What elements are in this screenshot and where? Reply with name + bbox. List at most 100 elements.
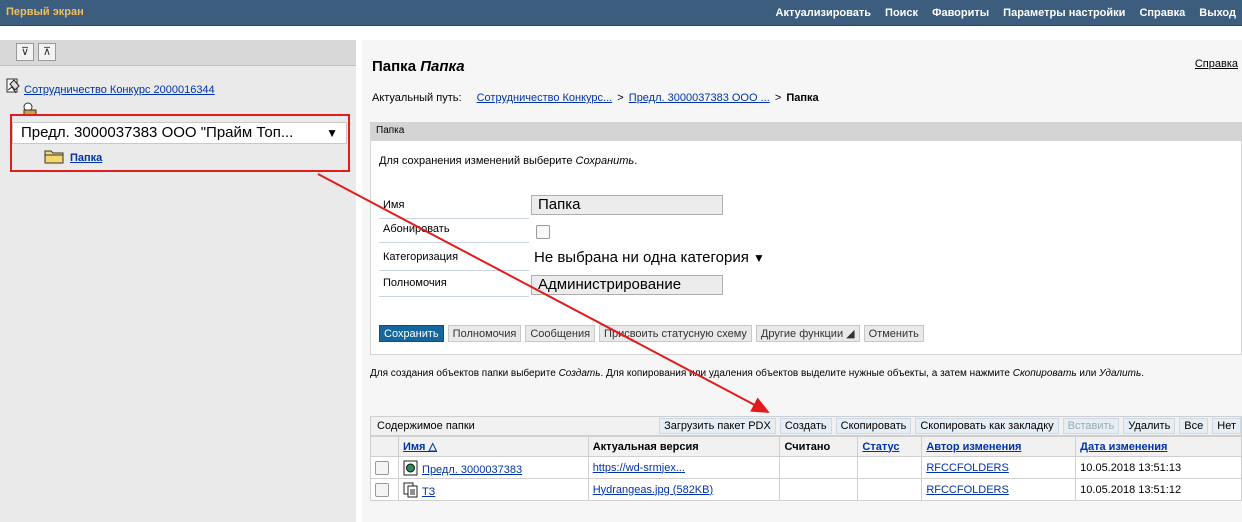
page-title: Папка Папка [372, 58, 465, 75]
version-link[interactable]: Hydrangeas.jpg (582KB) [593, 484, 713, 496]
create-hint-italic-3: Удалить [1099, 368, 1142, 379]
messages-button[interactable]: Сообщения [525, 325, 596, 342]
read-cell [779, 456, 859, 479]
delete-button[interactable]: Удалить [1123, 418, 1176, 434]
author-cell: RFCCFOLDERS [921, 456, 1077, 479]
tree-root-item[interactable]: Сотрудничество Конкурс 2000016344 [6, 78, 215, 96]
create-hint-text-3: или [1076, 368, 1100, 379]
item-name-link[interactable]: Предл. 3000037383 [422, 464, 522, 476]
name-field[interactable]: Папка [531, 195, 723, 215]
help-link[interactable]: Справка [1195, 58, 1238, 70]
table-toolbar: Содержимое папки Загрузить пакет PDX Соз… [370, 416, 1242, 436]
expand-all-button[interactable]: ⊽ [16, 43, 34, 61]
column-name[interactable]: Имя △ [397, 436, 589, 457]
row-checkbox[interactable] [375, 460, 389, 475]
column-name-link[interactable]: Имя △ [403, 441, 437, 453]
create-hint-italic-1: Создать [558, 368, 601, 379]
column-status[interactable]: Статус [857, 436, 923, 457]
column-author[interactable]: Автор изменения [921, 436, 1077, 457]
row-select-cell [370, 478, 399, 501]
create-hint-italic-2: Скопировать [1012, 368, 1077, 379]
menu-search[interactable]: Поиск [885, 7, 918, 19]
column-status-link[interactable]: Статус [862, 441, 899, 453]
read-cell [779, 478, 859, 501]
table-header-row: Имя △ Актуальная версия Считано Статус А… [370, 436, 1242, 457]
item-name-link[interactable]: ТЗ [422, 486, 435, 498]
assign-status-scheme-button[interactable]: Присвоить статусную схему [599, 325, 752, 342]
save-hint-text: Для сохранения изменений выберите [379, 155, 576, 167]
version-link[interactable]: https://wd-srmjex... [593, 462, 685, 474]
permissions-label: Полномочия [379, 273, 529, 297]
tree-root-link[interactable]: Сотрудничество Конкурс 2000016344 [24, 84, 215, 96]
select-none-button[interactable]: Нет [1212, 418, 1241, 434]
copy-button[interactable]: Скопировать [835, 418, 912, 434]
top-bar: Первый экран Актуализировать Поиск Фавор… [0, 0, 1242, 26]
save-hint: Для сохранения изменений выберите Сохран… [379, 155, 637, 167]
menu-refresh[interactable]: Актуализировать [776, 7, 872, 19]
folder-panel: Для сохранения изменений выберите Сохран… [370, 140, 1242, 355]
annotation-highlight [10, 114, 350, 172]
other-functions-button[interactable]: Другие функции ◢ [755, 325, 860, 342]
page-title-prefix: Папка [372, 58, 417, 75]
navigation-panel: ⊽ ⊼ Сотрудничество Конкурс 2000016344 Пр… [0, 40, 356, 522]
category-label: Категоризация [379, 247, 529, 271]
author-link[interactable]: RFCCFOLDERS [926, 484, 1009, 496]
main-content: Папка Папка Справка Актуальный путь: Сот… [362, 40, 1242, 522]
create-hint-text-4: . [1141, 368, 1144, 379]
subscribe-label: Абонировать [379, 219, 529, 243]
name-label: Имя [379, 195, 529, 219]
author-cell: RFCCFOLDERS [921, 478, 1077, 501]
paste-button: Вставить [1062, 418, 1120, 434]
breadcrumb-separator: > [617, 92, 624, 104]
category-select[interactable]: Не выбрана ни одна категория ▼ [534, 249, 765, 266]
menu-settings[interactable]: Параметры настройки [1003, 7, 1125, 19]
folder-contents-table: Имя △ Актуальная версия Считано Статус А… [370, 436, 1242, 501]
author-link[interactable]: RFCCFOLDERS [926, 462, 1009, 474]
panel-button-bar: Сохранить Полномочия Сообщения Присвоить… [379, 325, 924, 342]
top-menu: Актуализировать Поиск Фавориты Параметры… [776, 0, 1236, 26]
column-read: Считано [779, 436, 859, 457]
create-hint-text-1: Для создания объектов папки выберите [370, 368, 559, 379]
version-cell: Hydrangeas.jpg (582KB) [587, 478, 781, 501]
folder-panel-header: Папка [370, 122, 1242, 140]
table-toolbar-buttons: Загрузить пакет PDX Создать Скопировать … [659, 418, 1241, 434]
version-cell: https://wd-srmjex... [587, 456, 781, 479]
row-checkbox[interactable] [375, 482, 389, 497]
page-title-name: Папка [420, 58, 465, 75]
save-button[interactable]: Сохранить [379, 325, 444, 342]
create-hint-text-2: . Для копирования или удаления объектов … [600, 368, 1013, 379]
file-copy-icon [403, 482, 418, 497]
breadcrumb-label: Актуальный путь: [372, 92, 462, 104]
status-cell [857, 478, 923, 501]
breadcrumb-item-proposal[interactable]: Предл. 3000037383 ООО ... [629, 92, 770, 104]
breadcrumb-item-collaboration[interactable]: Сотрудничество Конкурс... [477, 92, 613, 104]
select-all-button[interactable]: Все [1179, 418, 1209, 434]
create-button[interactable]: Создать [779, 418, 832, 434]
save-hint-suffix: . [634, 155, 638, 167]
create-hint: Для создания объектов папки выберите Соз… [370, 368, 1240, 380]
upload-pdx-button[interactable]: Загрузить пакет PDX [659, 418, 776, 434]
column-author-link[interactable]: Автор изменения [926, 441, 1021, 453]
column-date-link[interactable]: Дата изменения [1080, 441, 1167, 453]
app-title[interactable]: Первый экран [6, 6, 84, 18]
menu-help[interactable]: Справка [1139, 7, 1185, 19]
menu-favorites[interactable]: Фавориты [932, 7, 989, 19]
name-cell: ТЗ [397, 478, 589, 501]
collaboration-icon [6, 78, 20, 94]
subscribe-checkbox[interactable] [536, 225, 550, 239]
table-title: Содержимое папки [377, 420, 475, 432]
row-select-cell [370, 456, 399, 479]
cancel-button[interactable]: Отменить [863, 325, 924, 342]
menu-logout[interactable]: Выход [1199, 7, 1236, 19]
breadcrumb: Актуальный путь: Сотрудничество Конкурс.… [372, 92, 819, 104]
column-date[interactable]: Дата изменения [1075, 436, 1242, 457]
table-row: ТЗ Hydrangeas.jpg (582KB) RFCCFOLDERS 10… [370, 478, 1242, 501]
collapse-all-button[interactable]: ⊼ [38, 43, 56, 61]
status-cell [857, 456, 923, 479]
chevron-down-icon: ▼ [753, 251, 765, 265]
breadcrumb-item-current: Папка [786, 92, 819, 104]
permissions-button[interactable]: Полномочия [447, 325, 522, 342]
copy-as-bookmark-button[interactable]: Скопировать как закладку [915, 418, 1059, 434]
column-version: Актуальная версия [587, 436, 781, 457]
table-row: Предл. 3000037383 https://wd-srmjex... R… [370, 456, 1242, 479]
